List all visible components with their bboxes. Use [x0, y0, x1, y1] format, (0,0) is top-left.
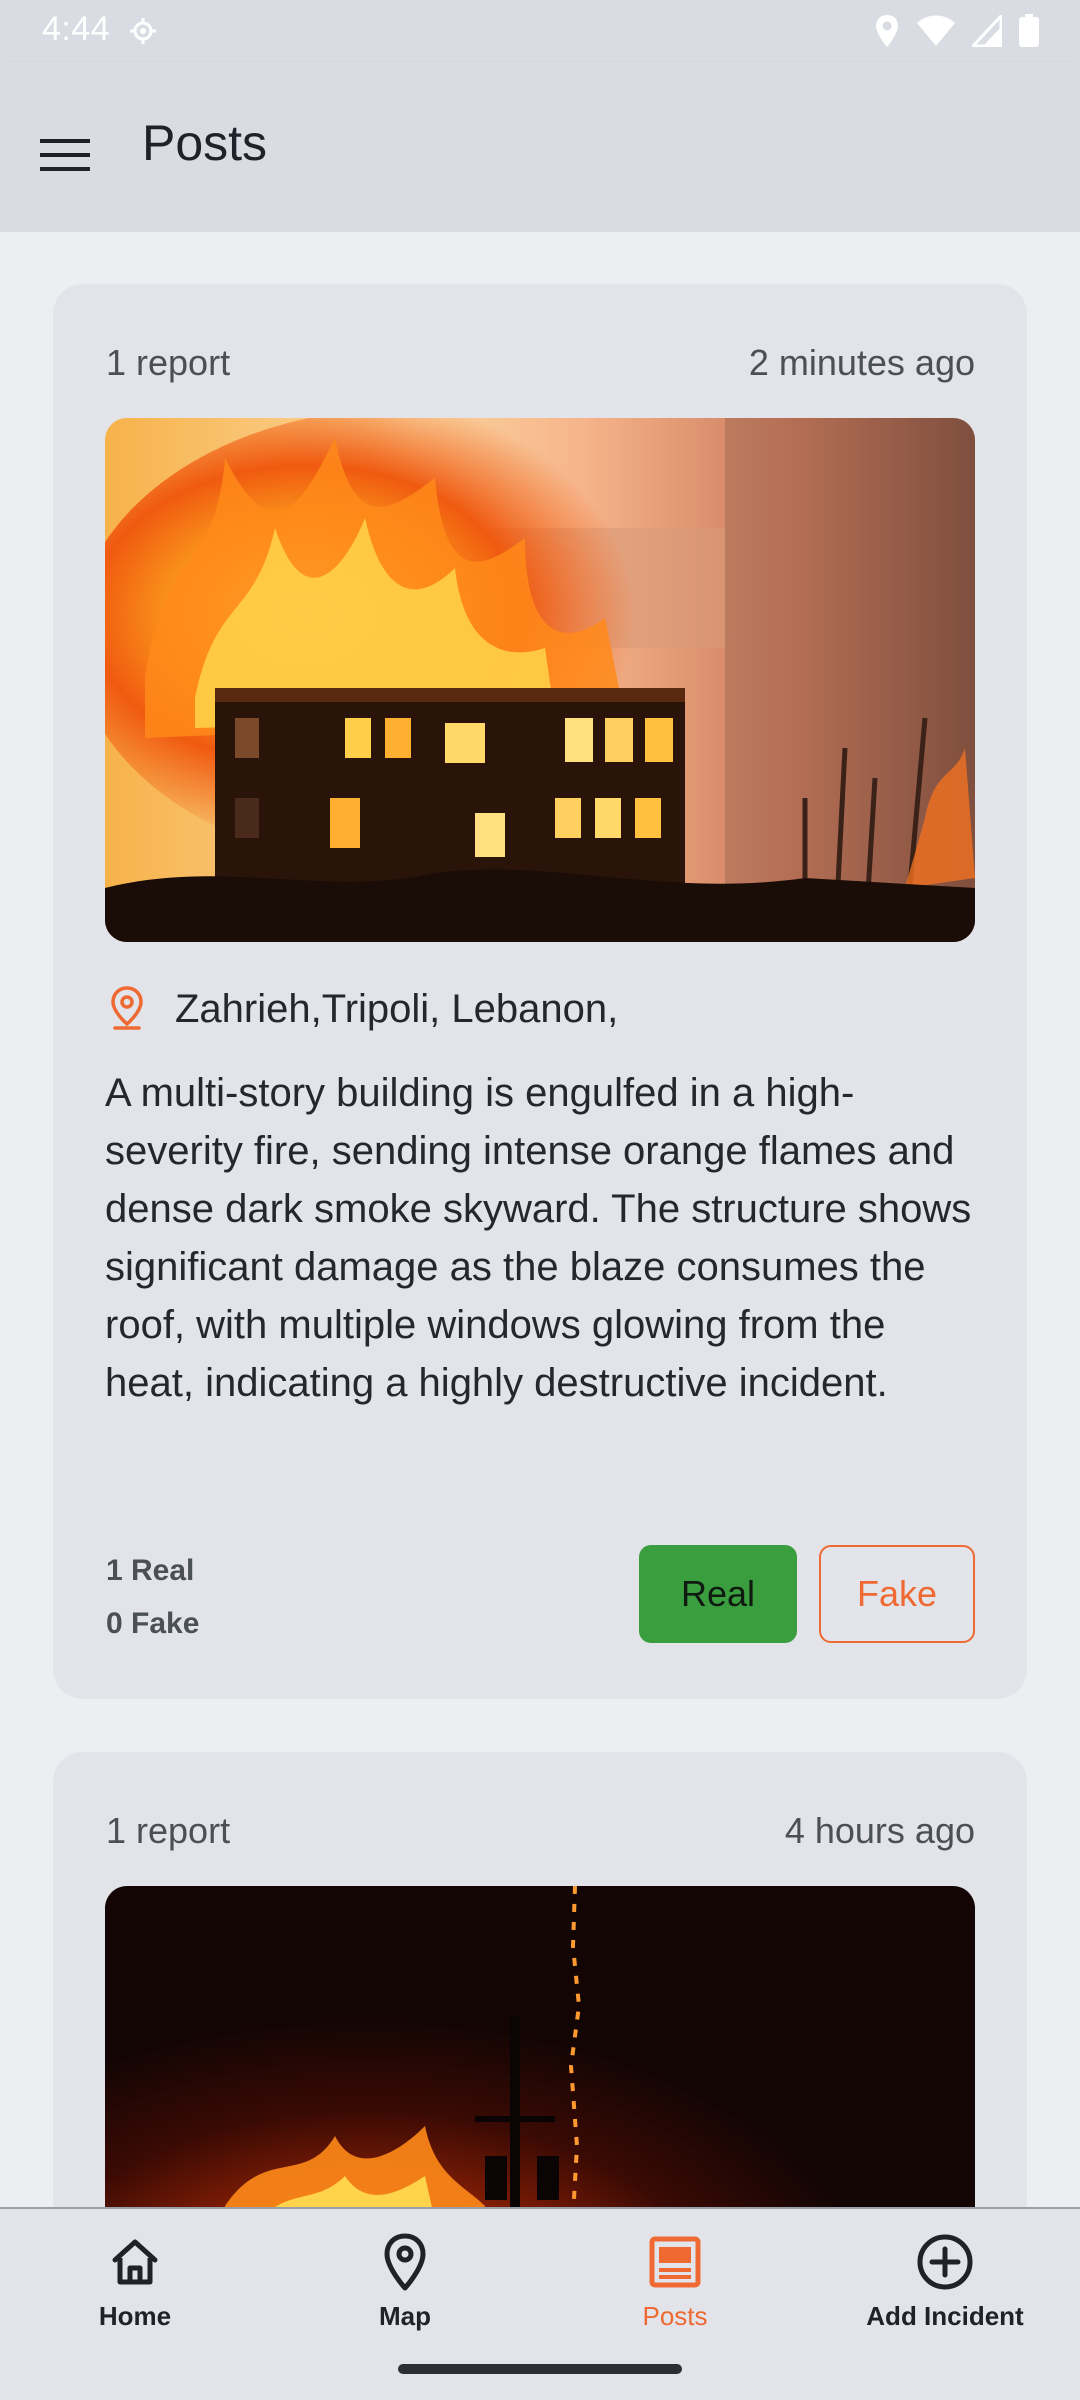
fake-button[interactable]: Fake — [819, 1545, 975, 1643]
hamburger-menu-icon — [40, 137, 90, 178]
nav-label: Map — [379, 2301, 431, 2331]
report-count: 1 report — [106, 1810, 231, 1851]
post-description: A multi-story building is engulfed in a … — [105, 1071, 972, 1405]
vote-counts: 1 Real 0 Fake — [106, 1544, 199, 1650]
posts-icon — [642, 2229, 708, 2295]
nav-label: Posts — [642, 2301, 708, 2331]
post-card[interactable]: 1 report 4 hours ago — [53, 1752, 1027, 2207]
nav-add-incident[interactable]: Add Incident — [810, 2229, 1080, 2349]
fake-count: 0 Fake — [106, 1607, 200, 1640]
battery-icon — [1018, 14, 1040, 48]
status-time: 4:44 — [42, 10, 111, 48]
real-count: 1 Real — [106, 1554, 195, 1587]
post-image[interactable] — [105, 1886, 975, 2207]
map-pin-icon — [372, 2229, 438, 2295]
report-count: 1 report — [106, 342, 231, 383]
nav-map[interactable]: Map — [270, 2229, 540, 2349]
status-icons — [874, 14, 1040, 48]
location-pin-icon — [105, 984, 149, 1034]
nav-label: Add Incident — [866, 2301, 1024, 2331]
status-bar: 4:44 — [0, 0, 1080, 62]
page-title: Posts — [142, 115, 268, 171]
nav-home[interactable]: Home — [0, 2229, 270, 2349]
post-image[interactable] — [105, 418, 975, 942]
nav-posts[interactable]: Posts — [540, 2229, 810, 2349]
posts-feed[interactable]: 1 report 2 minutes ago Zahrieh,Tripoli, … — [0, 232, 1080, 2207]
post-time: 4 hours ago — [784, 1810, 975, 1851]
location-settings-icon — [128, 16, 158, 46]
post-location: Zahrieh,Tripoli, Lebanon, — [175, 986, 619, 1031]
post-time: 2 minutes ago — [748, 342, 975, 383]
wifi-icon — [916, 15, 956, 47]
menu-button[interactable] — [24, 116, 106, 198]
home-icon — [102, 2229, 168, 2295]
location-icon — [874, 14, 900, 48]
gesture-handle[interactable] — [398, 2364, 682, 2374]
add-circle-icon — [912, 2229, 978, 2295]
location-row: Zahrieh,Tripoli, Lebanon, — [105, 984, 618, 1034]
app-bar: Posts — [0, 62, 1080, 232]
nav-label: Home — [98, 2301, 172, 2331]
post-card[interactable]: 1 report 2 minutes ago Zahrieh,Tripoli, … — [53, 284, 1027, 1699]
real-button[interactable]: Real — [639, 1545, 797, 1643]
signal-icon — [972, 15, 1002, 47]
